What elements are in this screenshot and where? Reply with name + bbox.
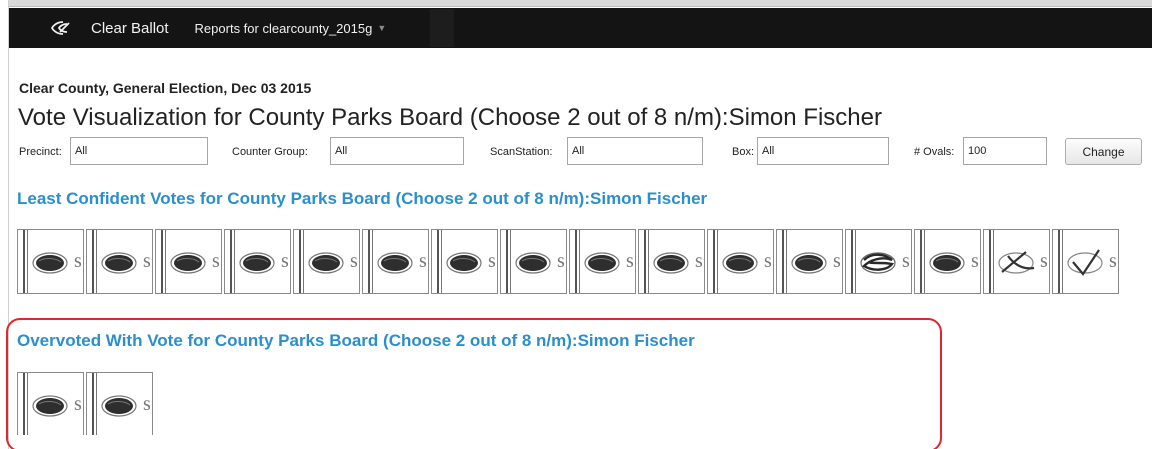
ballot-edge-line	[437, 230, 439, 293]
ballot-edge-line	[851, 230, 853, 293]
ballot-oval-thumbnail[interactable]: s	[155, 229, 222, 294]
window-frame-top	[0, 0, 1152, 7]
cropped-candidate-text: s	[74, 250, 82, 272]
change-button[interactable]: Change	[1065, 138, 1142, 165]
ballot-oval-thumbnail[interactable]: s	[17, 372, 84, 435]
least-confident-ovals: ssssssssssssssss	[17, 229, 1121, 294]
cropped-candidate-text: s	[557, 250, 565, 272]
ovals-label: # Ovals:	[914, 146, 955, 158]
ballot-edge-line	[1058, 230, 1060, 293]
filter-bar: Precinct: Counter Group: ScanStation: Bo…	[0, 137, 1152, 167]
ballot-edge-line	[989, 230, 991, 293]
overvoted-heading: Overvoted With Vote for County Parks Boa…	[17, 331, 695, 350]
scan-station-label: ScanStation:	[490, 146, 553, 158]
overvoted-ovals: ss	[17, 372, 155, 435]
ballot-oval-thumbnail[interactable]: s	[500, 229, 567, 294]
precinct-field[interactable]	[70, 137, 208, 165]
ballot-edge-line	[920, 230, 922, 293]
ballot-oval-thumbnail[interactable]: s	[983, 229, 1050, 294]
ballot-edge-line	[717, 230, 718, 293]
ballot-edge-line	[575, 230, 577, 293]
ballot-edge-line	[92, 230, 94, 293]
ballot-oval-thumbnail[interactable]: s	[707, 229, 774, 294]
ballot-edge-line	[92, 373, 94, 435]
nav-placeholder	[430, 9, 455, 47]
ballot-edge-line	[1062, 230, 1063, 293]
cropped-candidate-text: s	[1109, 250, 1117, 272]
reports-dropdown-label: Reports for clearcounty_2015g	[194, 20, 373, 36]
cropped-candidate-text: s	[833, 250, 841, 272]
cropped-candidate-text: s	[764, 250, 772, 272]
ballot-edge-line	[782, 230, 784, 293]
ballot-edge-line	[441, 230, 442, 293]
ballot-edge-line	[372, 230, 373, 293]
cropped-candidate-text: s	[419, 250, 427, 272]
cropped-candidate-text: s	[626, 250, 634, 272]
ballot-edge-line	[855, 230, 856, 293]
ballot-oval-thumbnail[interactable]: s	[362, 229, 429, 294]
ballot-edge-line	[713, 230, 715, 293]
top-navbar: Clear Ballot Reports for clearcounty_201…	[9, 8, 1152, 48]
ballot-edge-line	[161, 230, 163, 293]
ballot-edge-line	[27, 230, 28, 293]
cropped-candidate-text: s	[695, 250, 703, 272]
ballot-edge-line	[23, 373, 25, 435]
cropped-candidate-text: s	[488, 250, 496, 272]
ballot-edge-line	[27, 373, 28, 435]
ballot-edge-line	[506, 230, 508, 293]
ballot-edge-line	[579, 230, 580, 293]
ballot-oval-thumbnail[interactable]: s	[776, 229, 843, 294]
ballot-edge-line	[23, 230, 25, 293]
counter-group-field[interactable]	[330, 137, 464, 165]
precinct-label: Precinct:	[19, 146, 62, 158]
ballot-oval-thumbnail[interactable]: s	[431, 229, 498, 294]
chevron-down-icon: ▼	[377, 23, 387, 33]
ballot-edge-line	[230, 230, 232, 293]
ballot-oval-thumbnail[interactable]: s	[293, 229, 360, 294]
ballot-edge-line	[924, 230, 925, 293]
least-confident-heading: Least Confident Votes for County Parks B…	[17, 189, 708, 208]
ovals-count-field[interactable]	[963, 137, 1047, 165]
counter-group-label: Counter Group:	[232, 146, 308, 158]
page-title: Vote Visualization for County Parks Boar…	[18, 104, 882, 131]
cropped-candidate-text: s	[1040, 250, 1048, 272]
ballot-edge-line	[510, 230, 511, 293]
ballot-edge-line	[299, 230, 301, 293]
ballot-edge-line	[303, 230, 304, 293]
box-label: Box:	[732, 146, 755, 158]
ballot-oval-thumbnail[interactable]: s	[1052, 229, 1119, 294]
cropped-candidate-text: s	[212, 250, 220, 272]
ballot-oval-thumbnail[interactable]: s	[86, 229, 153, 294]
ballot-oval-thumbnail[interactable]: s	[224, 229, 291, 294]
ballot-edge-line	[993, 230, 994, 293]
box-field[interactable]	[757, 137, 889, 165]
reports-dropdown[interactable]: Reports for clearcounty_2015g ▼	[195, 21, 387, 36]
ballot-oval-thumbnail[interactable]: s	[86, 372, 153, 435]
cropped-candidate-text: s	[350, 250, 358, 272]
cropped-candidate-text: s	[902, 250, 910, 272]
ballot-edge-line	[644, 230, 646, 293]
election-subtitle: Clear County, General Election, Dec 03 2…	[19, 80, 312, 96]
cropped-candidate-text: s	[143, 393, 151, 415]
ballot-edge-line	[165, 230, 166, 293]
ballot-edge-line	[96, 230, 97, 293]
ballot-oval-thumbnail[interactable]: s	[17, 229, 84, 294]
cropped-candidate-text: s	[971, 250, 979, 272]
clear-ballot-logo-icon[interactable]	[49, 19, 77, 37]
ballot-edge-line	[786, 230, 787, 293]
ballot-edge-line	[234, 230, 235, 293]
ballot-oval-thumbnail[interactable]: s	[845, 229, 912, 294]
cropped-candidate-text: s	[143, 250, 151, 272]
ballot-edge-line	[368, 230, 370, 293]
ballot-oval-thumbnail[interactable]: s	[638, 229, 705, 294]
ballot-oval-thumbnail[interactable]: s	[914, 229, 981, 294]
scan-station-field[interactable]	[567, 137, 703, 165]
brand-name[interactable]: Clear Ballot	[91, 20, 169, 37]
cropped-candidate-text: s	[281, 250, 289, 272]
ballot-oval-thumbnail[interactable]: s	[569, 229, 636, 294]
cropped-candidate-text: s	[74, 393, 82, 415]
ballot-edge-line	[96, 373, 97, 435]
ballot-edge-line	[648, 230, 649, 293]
